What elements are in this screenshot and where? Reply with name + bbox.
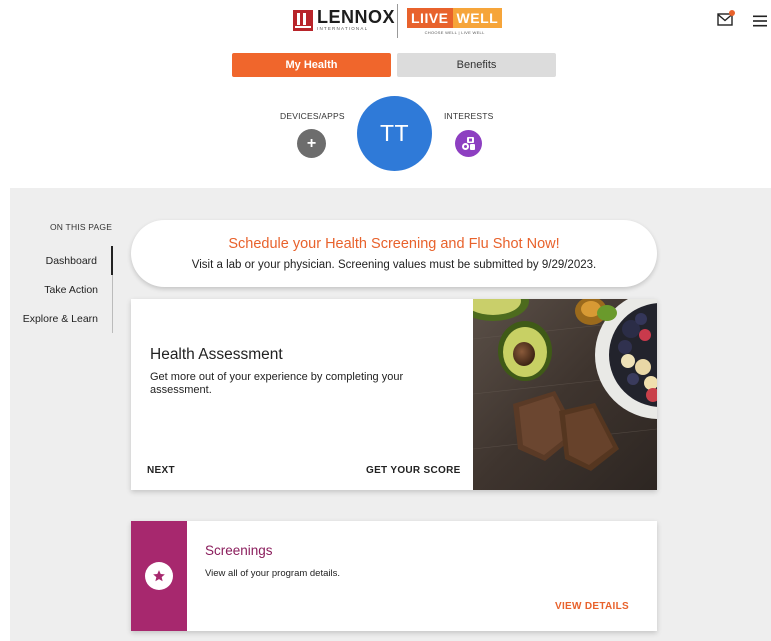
main-tabs: My Health Benefits: [232, 53, 556, 77]
interests-label: INTERESTS: [444, 111, 494, 121]
on-this-page-label: ON THIS PAGE: [50, 222, 113, 232]
healthy-food-image: [473, 299, 657, 490]
avatar-initials: TT: [379, 120, 410, 146]
lennox-logo[interactable]: LENNOX INTERNATIONAL: [293, 8, 395, 32]
logo-divider: [397, 4, 398, 38]
tab-my-health[interactable]: My Health: [232, 53, 391, 77]
screenings-icon-strip: [131, 521, 187, 631]
tab-benefits[interactable]: Benefits: [397, 53, 556, 77]
notification-dot: [729, 10, 735, 16]
lennox-sub: INTERNATIONAL: [317, 26, 369, 32]
nav-item-dashboard[interactable]: Dashboard: [16, 246, 113, 275]
get-your-score-button[interactable]: GET YOUR SCORE: [366, 465, 461, 476]
star-badge: [145, 562, 173, 590]
app-header: LENNOX INTERNATIONAL LIIVE WELL CHOOSE W…: [0, 0, 771, 42]
nav-item-take-action[interactable]: Take Action: [16, 275, 113, 304]
health-assessment-card: Health Assessment Get more out of your e…: [131, 299, 657, 490]
star-icon: [153, 570, 165, 582]
livewell-word-b: WELL: [452, 8, 503, 28]
add-device-button[interactable]: +: [297, 129, 326, 158]
plus-icon: +: [306, 134, 317, 152]
devices-apps-label: DEVICES/APPS: [280, 111, 345, 121]
nav-item-explore-learn[interactable]: Explore & Learn: [16, 304, 113, 333]
screenings-card[interactable]: Screenings View all of your program deta…: [131, 521, 657, 631]
screening-banner[interactable]: Schedule your Health Screening and Flu S…: [131, 220, 657, 287]
health-assessment-title: Health Assessment: [150, 346, 283, 363]
livewell-word-a: LIIVE: [407, 8, 453, 28]
food-photo: [473, 299, 657, 490]
banner-subtitle: Visit a lab or your physician. Screening…: [191, 259, 597, 271]
next-button[interactable]: NEXT: [147, 465, 175, 476]
interests-button[interactable]: [455, 130, 482, 157]
interests-icon: [461, 137, 475, 150]
lennox-name: LENNOX: [317, 7, 396, 28]
banner-title: Schedule your Health Screening and Flu S…: [228, 236, 560, 252]
view-details-link[interactable]: VIEW DETAILS: [555, 601, 629, 612]
hamburger-menu-icon[interactable]: [753, 15, 767, 27]
on-this-page-nav: Dashboard Take Action Explore & Learn: [16, 246, 113, 333]
health-assessment-description: Get more out of your experience by compl…: [150, 371, 404, 396]
avatar[interactable]: TT: [357, 96, 432, 171]
screenings-title: Screenings: [205, 543, 273, 558]
lennox-mark-icon: [293, 9, 313, 31]
livewell-logo[interactable]: LIIVE WELL CHOOSE WELL | LIVE WELL: [407, 8, 503, 35]
screenings-description: View all of your program details.: [205, 568, 340, 579]
livewell-tagline: CHOOSE WELL | LIVE WELL: [424, 30, 485, 35]
